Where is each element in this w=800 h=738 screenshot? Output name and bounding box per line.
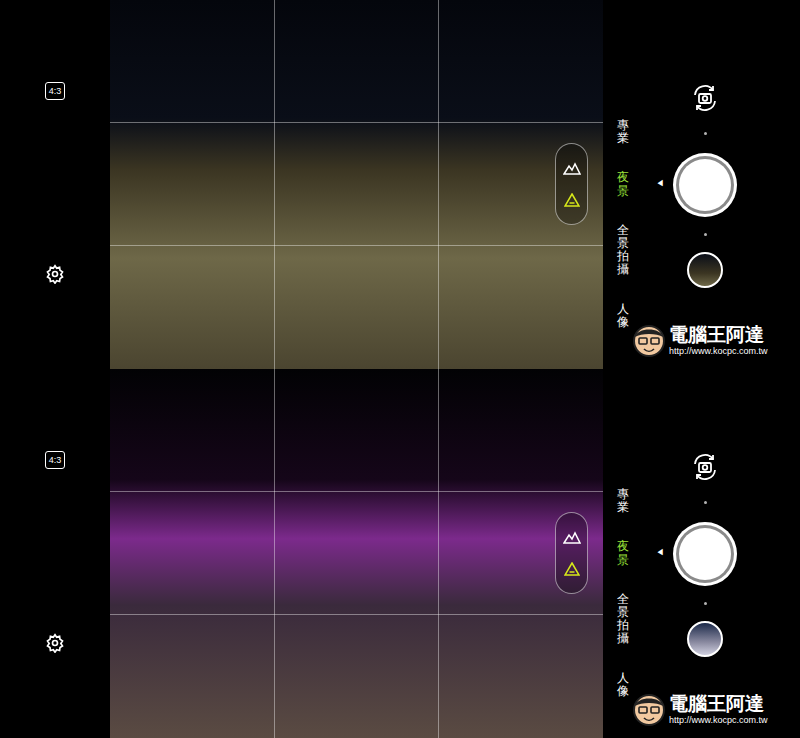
scene-pill bbox=[555, 512, 588, 594]
grid-line bbox=[110, 491, 603, 492]
mode-item[interactable]: 專業 bbox=[617, 488, 629, 514]
camera-panel: 4:3專業夜景全景拍攝人像◀電腦王阿達http://www.kocpc.com.… bbox=[0, 369, 800, 738]
mascot-icon bbox=[632, 322, 666, 358]
mode-list: 專業夜景全景拍攝人像 bbox=[603, 0, 639, 369]
page-dot bbox=[704, 233, 707, 236]
landscape-icon[interactable] bbox=[563, 161, 581, 175]
mode-item[interactable]: 人像 bbox=[617, 303, 629, 329]
switch-camera-icon[interactable] bbox=[690, 83, 720, 113]
shutter-button[interactable] bbox=[673, 153, 737, 217]
mode-item[interactable]: 全景拍攝 bbox=[617, 593, 629, 646]
page-dot bbox=[704, 501, 707, 504]
capture-controls: ◀ bbox=[670, 369, 740, 738]
watermark-url: http://www.kocpc.com.tw bbox=[669, 346, 768, 357]
grid-line bbox=[438, 369, 439, 738]
grid-line bbox=[274, 0, 275, 369]
grid-line bbox=[274, 369, 275, 738]
landscape-icon[interactable] bbox=[563, 530, 581, 544]
grid-line bbox=[110, 245, 603, 246]
watermark-name: 電腦王阿達 bbox=[669, 324, 768, 346]
gear-icon[interactable] bbox=[45, 633, 65, 653]
gear-icon[interactable] bbox=[45, 264, 65, 284]
right-controls: 專業夜景全景拍攝人像 ◀ bbox=[603, 0, 800, 369]
mode-item[interactable]: 夜景 bbox=[617, 540, 629, 566]
mascot-icon bbox=[632, 691, 666, 727]
mode-list: 專業夜景全景拍攝人像 bbox=[603, 369, 639, 738]
grid-line bbox=[110, 614, 603, 615]
camera-panel: 4:3專業夜景全景拍攝人像◀電腦王阿達http://www.kocpc.com.… bbox=[0, 0, 800, 369]
shutter-button[interactable] bbox=[673, 522, 737, 586]
left-toolbar: 4:3 bbox=[0, 369, 110, 738]
auto-scene-icon[interactable] bbox=[564, 562, 580, 576]
gallery-thumbnail[interactable] bbox=[687, 621, 723, 657]
mode-item[interactable]: 專業 bbox=[617, 119, 629, 145]
right-controls: 專業夜景全景拍攝人像 ◀ bbox=[603, 369, 800, 738]
watermark: 電腦王阿達http://www.kocpc.com.tw bbox=[632, 691, 798, 727]
gallery-thumbnail[interactable] bbox=[687, 252, 723, 288]
mode-item[interactable]: 夜景 bbox=[617, 171, 629, 197]
mode-pointer: ◀ bbox=[656, 548, 664, 558]
mode-item[interactable]: 全景拍攝 bbox=[617, 224, 629, 277]
grid-line bbox=[110, 122, 603, 123]
mode-pointer: ◀ bbox=[656, 179, 664, 189]
switch-camera-icon[interactable] bbox=[690, 452, 720, 482]
watermark: 電腦王阿達http://www.kocpc.com.tw bbox=[632, 322, 798, 358]
left-toolbar: 4:3 bbox=[0, 0, 110, 369]
mode-item[interactable]: 人像 bbox=[617, 672, 629, 698]
auto-scene-icon[interactable] bbox=[564, 193, 580, 207]
watermark-name: 電腦王阿達 bbox=[669, 693, 768, 715]
page-dot bbox=[704, 132, 707, 135]
capture-controls: ◀ bbox=[670, 0, 740, 369]
watermark-url: http://www.kocpc.com.tw bbox=[669, 715, 768, 726]
viewfinder-photo[interactable] bbox=[110, 369, 603, 738]
aspect-ratio-button[interactable]: 4:3 bbox=[45, 451, 65, 469]
page-dot bbox=[704, 602, 707, 605]
scene-pill bbox=[555, 143, 588, 225]
grid-line bbox=[438, 0, 439, 369]
viewfinder-photo[interactable] bbox=[110, 0, 603, 369]
aspect-ratio-button[interactable]: 4:3 bbox=[45, 82, 65, 100]
